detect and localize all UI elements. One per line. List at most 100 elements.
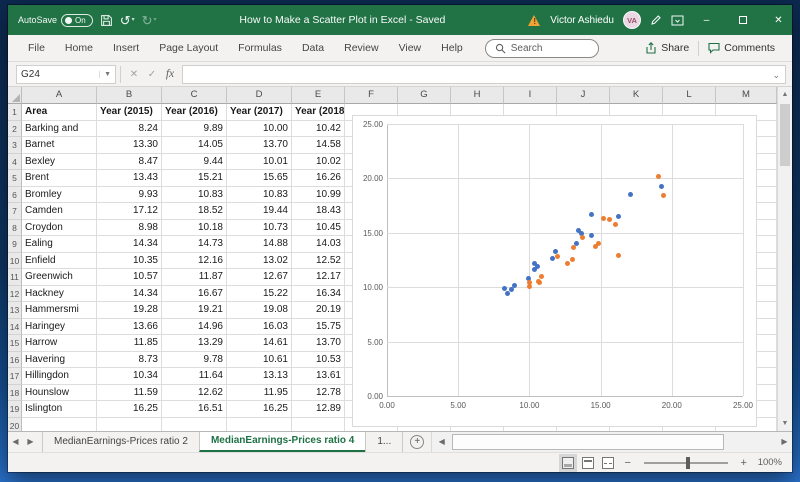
- column-header-L[interactable]: L: [663, 87, 716, 104]
- row-number[interactable]: 1: [8, 104, 22, 121]
- chevron-down-icon[interactable]: ⌄: [772, 67, 780, 84]
- cell-A7[interactable]: Camden: [22, 203, 97, 220]
- ribbon-tab-data[interactable]: Data: [292, 35, 334, 61]
- cell-C19[interactable]: 16.51: [162, 401, 227, 418]
- cell-D6[interactable]: 10.83: [227, 187, 292, 204]
- column-header-D[interactable]: D: [227, 87, 292, 104]
- cell-D3[interactable]: 13.70: [227, 137, 292, 154]
- autosave-toggle[interactable]: On: [61, 14, 93, 27]
- row-number[interactable]: 13: [8, 302, 22, 319]
- ribbon-display-options-icon[interactable]: [671, 15, 684, 26]
- row-number[interactable]: 9: [8, 236, 22, 253]
- scatter-point[interactable]: [659, 184, 664, 189]
- cell-D18[interactable]: 11.95: [227, 385, 292, 402]
- row-number[interactable]: 16: [8, 352, 22, 369]
- name-box[interactable]: G24 ▼: [16, 65, 116, 84]
- scatter-point[interactable]: [616, 214, 621, 219]
- sheet-nav-right-icon[interactable]: ▶: [23, 432, 38, 452]
- row-number[interactable]: 4: [8, 154, 22, 171]
- vertical-scrollbar-thumb[interactable]: [780, 104, 790, 166]
- cell-D9[interactable]: 14.88: [227, 236, 292, 253]
- cell-A20[interactable]: [22, 418, 97, 432]
- cell-C5[interactable]: 15.21: [162, 170, 227, 187]
- row-number[interactable]: 19: [8, 401, 22, 418]
- cell-D7[interactable]: 19.44: [227, 203, 292, 220]
- cell-E14[interactable]: 15.75: [292, 319, 345, 336]
- cell-D17[interactable]: 13.13: [227, 368, 292, 385]
- save-icon[interactable]: [100, 14, 113, 27]
- row-number[interactable]: 15: [8, 335, 22, 352]
- cell-A15[interactable]: Harrow: [22, 335, 97, 352]
- cell-B5[interactable]: 13.43: [97, 170, 162, 187]
- cell-D15[interactable]: 14.61: [227, 335, 292, 352]
- scatter-point[interactable]: [509, 287, 514, 292]
- cell-D19[interactable]: 16.25: [227, 401, 292, 418]
- column-header-G[interactable]: G: [398, 87, 451, 104]
- cell-C9[interactable]: 14.73: [162, 236, 227, 253]
- undo-icon[interactable]: ↺▾: [120, 14, 135, 27]
- column-header-K[interactable]: K: [610, 87, 663, 104]
- cell-A17[interactable]: Hillingdon: [22, 368, 97, 385]
- row-number[interactable]: 12: [8, 286, 22, 303]
- cell-A13[interactable]: Hammersmi: [22, 302, 97, 319]
- cell-C12[interactable]: 16.67: [162, 286, 227, 303]
- cell-C8[interactable]: 10.18: [162, 220, 227, 237]
- scatter-point[interactable]: [589, 233, 594, 238]
- cell-C10[interactable]: 12.16: [162, 253, 227, 270]
- cell-D5[interactable]: 15.65: [227, 170, 292, 187]
- ribbon-tab-help[interactable]: Help: [431, 35, 473, 61]
- scatter-point[interactable]: [553, 249, 558, 254]
- ribbon-tab-formulas[interactable]: Formulas: [228, 35, 292, 61]
- avatar[interactable]: VA: [623, 11, 641, 29]
- column-header-I[interactable]: I: [504, 87, 557, 104]
- vertical-scrollbar[interactable]: ▲ ▼: [777, 87, 792, 431]
- cell-E4[interactable]: 10.02: [292, 154, 345, 171]
- cell-D10[interactable]: 13.02: [227, 253, 292, 270]
- cell-E16[interactable]: 10.53: [292, 352, 345, 369]
- cell-B1[interactable]: Year (2015): [97, 104, 162, 121]
- cell-E13[interactable]: 20.19: [292, 302, 345, 319]
- scatter-point[interactable]: [532, 267, 537, 272]
- normal-view-button[interactable]: [562, 457, 574, 469]
- scatter-point[interactable]: [539, 274, 544, 279]
- close-button[interactable]: ✕: [765, 5, 792, 35]
- row-number[interactable]: 8: [8, 220, 22, 237]
- ribbon-tab-file[interactable]: File: [18, 35, 55, 61]
- column-header-C[interactable]: C: [162, 87, 227, 104]
- cell-E6[interactable]: 10.99: [292, 187, 345, 204]
- insert-function-icon[interactable]: fx: [161, 68, 179, 80]
- cell-A11[interactable]: Greenwich: [22, 269, 97, 286]
- cell-A3[interactable]: Barnet: [22, 137, 97, 154]
- cell-A19[interactable]: Islington: [22, 401, 97, 418]
- scatter-point[interactable]: [656, 174, 661, 179]
- cell-C17[interactable]: 11.64: [162, 368, 227, 385]
- ribbon-tab-home[interactable]: Home: [55, 35, 103, 61]
- cell-B3[interactable]: 13.30: [97, 137, 162, 154]
- cell-A14[interactable]: Haringey: [22, 319, 97, 336]
- cell-E1[interactable]: Year (2018): [292, 104, 345, 121]
- scatter-point[interactable]: [570, 257, 575, 262]
- zoom-level[interactable]: 100%: [758, 457, 782, 468]
- select-all-button[interactable]: [8, 87, 22, 104]
- cell-B9[interactable]: 14.34: [97, 236, 162, 253]
- scatter-point[interactable]: [607, 217, 612, 222]
- scatter-point[interactable]: [536, 279, 541, 284]
- cell-B16[interactable]: 8.73: [97, 352, 162, 369]
- share-button[interactable]: Share: [636, 35, 698, 61]
- zoom-slider-thumb[interactable]: [686, 457, 690, 469]
- cell-B13[interactable]: 19.28: [97, 302, 162, 319]
- sheet-tab-active[interactable]: MedianEarnings-Prices ratio 4: [199, 432, 366, 452]
- sheet-nav-left-icon[interactable]: ◀: [8, 432, 23, 452]
- cell-D14[interactable]: 16.03: [227, 319, 292, 336]
- minimize-button[interactable]: –: [693, 5, 720, 35]
- cell-D13[interactable]: 19.08: [227, 302, 292, 319]
- cell-B15[interactable]: 11.85: [97, 335, 162, 352]
- cell-B8[interactable]: 8.98: [97, 220, 162, 237]
- row-number[interactable]: 11: [8, 269, 22, 286]
- cell-A4[interactable]: Bexley: [22, 154, 97, 171]
- cell-A12[interactable]: Hackney: [22, 286, 97, 303]
- cell-E7[interactable]: 18.43: [292, 203, 345, 220]
- cell-B4[interactable]: 8.47: [97, 154, 162, 171]
- scroll-down-icon[interactable]: ▼: [778, 416, 792, 431]
- cell-B20[interactable]: [97, 418, 162, 432]
